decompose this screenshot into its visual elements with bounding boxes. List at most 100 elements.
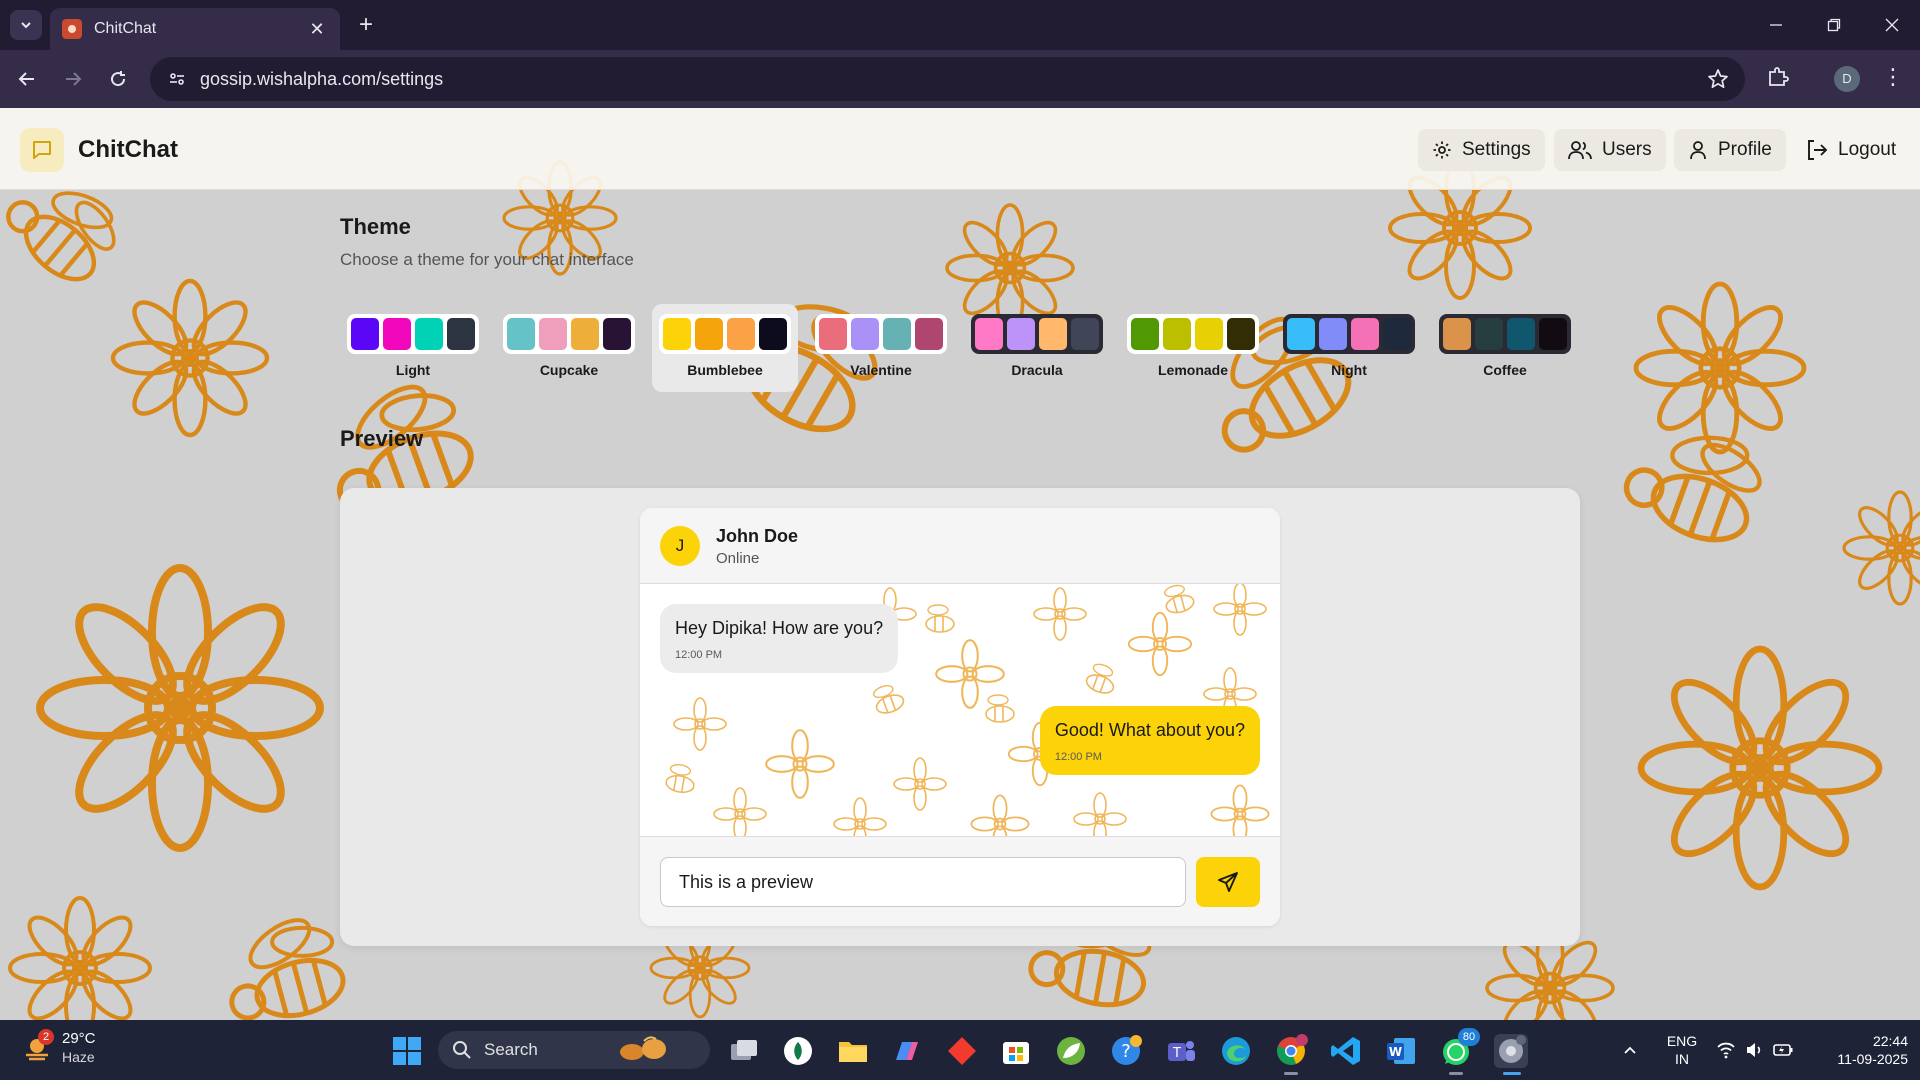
theme-option-cupcake[interactable]: Cupcake	[496, 304, 642, 392]
color-swatch	[447, 318, 475, 350]
svg-text:W: W	[1389, 1045, 1402, 1059]
color-swatch	[695, 318, 723, 350]
brand-home-link[interactable]: ChitChat	[20, 128, 178, 172]
microsoft-store-icon[interactable]	[999, 1034, 1033, 1068]
preview-section-title: Preview	[340, 426, 424, 451]
theme-option-dracula[interactable]: Dracula	[964, 304, 1110, 392]
red-diamond-app-icon[interactable]	[945, 1034, 979, 1068]
tab-title: ChitChat	[94, 20, 157, 37]
teams-icon[interactable]: T	[1164, 1034, 1198, 1068]
message-input[interactable]: This is a preview	[660, 857, 1186, 907]
theme-name: Dracula	[1011, 362, 1063, 378]
clock-date: 11-09-2025	[1837, 1051, 1908, 1067]
color-swatch	[1195, 318, 1223, 350]
color-swatch	[1007, 318, 1035, 350]
theme-name: Light	[395, 362, 431, 378]
browser-tab[interactable]: ChitChat ✕	[50, 8, 340, 50]
color-swatch	[1071, 318, 1099, 350]
svg-text:?: ?	[1121, 1041, 1131, 1062]
language-code: ENG	[1666, 1033, 1698, 1049]
browser-profile-avatar[interactable]: D	[1834, 66, 1860, 92]
windows-start-icon[interactable]	[390, 1034, 424, 1068]
address-bar[interactable]: gossip.wishalpha.com/settings	[150, 57, 1745, 101]
file-explorer-icon[interactable]	[836, 1034, 870, 1068]
theme-section-subtitle: Choose a theme for your chat interface	[340, 250, 634, 269]
taskbar-search-box[interactable]: Search	[438, 1031, 710, 1069]
back-button[interactable]	[12, 64, 42, 94]
help-icon[interactable]: ?	[1109, 1034, 1143, 1068]
color-swatch	[507, 318, 535, 350]
theme-swatches	[1439, 314, 1571, 354]
spring-leaf-icon[interactable]	[1054, 1034, 1088, 1068]
input-language[interactable]: ENG IN	[1664, 1032, 1700, 1068]
theme-name: Coffee	[1483, 362, 1527, 378]
vscode-icon[interactable]	[1329, 1034, 1363, 1068]
chevron-down-icon	[21, 22, 31, 29]
tab-close-icon[interactable]: ✕	[306, 19, 328, 40]
browser-menu-icon[interactable]: ⋮	[1882, 64, 1904, 90]
task-view-icon[interactable]	[727, 1034, 761, 1068]
theme-swatches	[1127, 314, 1259, 354]
theme-option-coffee[interactable]: Coffee	[1432, 304, 1578, 392]
theme-option-light[interactable]: Light	[340, 304, 486, 392]
send-button[interactable]	[1196, 857, 1260, 907]
app-dark-circle-icon[interactable]	[781, 1034, 815, 1068]
color-swatch	[1319, 318, 1347, 350]
theme-option-lemonade[interactable]: Lemonade	[1120, 304, 1266, 392]
settings-button[interactable]: Settings	[1418, 129, 1545, 171]
battery-icon[interactable]	[1772, 1040, 1794, 1060]
chrome-profile-icon[interactable]	[1274, 1034, 1308, 1068]
weather-haze-icon: 2	[20, 1029, 54, 1065]
color-swatch	[1539, 318, 1567, 350]
wifi-icon[interactable]	[1716, 1040, 1736, 1060]
word-icon[interactable]: W	[1384, 1034, 1418, 1068]
color-swatch	[603, 318, 631, 350]
url-text: gossip.wishalpha.com/settings	[200, 68, 444, 89]
users-button[interactable]: Users	[1554, 129, 1666, 171]
settings-label: Settings	[1462, 139, 1531, 160]
color-swatch	[1227, 318, 1255, 350]
reload-button[interactable]	[103, 64, 133, 94]
copilot-icon[interactable]	[890, 1034, 924, 1068]
tab-search-button[interactable]	[10, 10, 42, 40]
search-placeholder: Search	[484, 1040, 538, 1059]
chat-preview-window: J John Doe Online Hey Dipika! How are yo…	[640, 508, 1280, 926]
color-swatch	[415, 318, 443, 350]
volume-icon[interactable]	[1744, 1040, 1764, 1060]
running-indicator	[1284, 1072, 1298, 1075]
theme-option-bumblebee[interactable]: Bumblebee	[652, 304, 798, 392]
minimize-button[interactable]	[1756, 12, 1796, 38]
clock-time: 22:44	[1872, 1033, 1908, 1049]
color-swatch	[883, 318, 911, 350]
gear-icon	[1433, 141, 1451, 159]
bookmark-star-icon[interactable]	[1707, 68, 1729, 90]
edge-icon[interactable]	[1219, 1034, 1253, 1068]
restore-button[interactable]	[1814, 12, 1854, 38]
message-text: Hey Dipika! How are you?	[675, 618, 884, 638]
clock[interactable]: 22:44 11-09-2025	[1812, 1032, 1908, 1068]
weather-widget[interactable]: 2 29°C Haze	[20, 1029, 96, 1066]
forward-button[interactable]	[58, 64, 88, 94]
user-icon	[1690, 141, 1706, 160]
site-info-icon[interactable]	[168, 70, 186, 88]
app-favicon-icon	[62, 19, 82, 39]
color-swatch	[1383, 318, 1411, 350]
chevron-up-icon[interactable]	[1622, 1042, 1638, 1058]
chrome-active-icon[interactable]	[1494, 1034, 1528, 1068]
logout-button[interactable]: Logout	[1800, 129, 1902, 171]
new-tab-button[interactable]: +	[352, 12, 380, 40]
color-swatch	[819, 318, 847, 350]
extensions-puzzle-icon[interactable]	[1766, 64, 1790, 88]
color-swatch	[1443, 318, 1471, 350]
theme-option-night[interactable]: Night	[1276, 304, 1422, 392]
theme-name: Night	[1331, 362, 1367, 378]
color-swatch	[383, 318, 411, 350]
profile-label: Profile	[1718, 139, 1772, 160]
close-window-button[interactable]	[1872, 12, 1912, 38]
profile-button[interactable]: Profile	[1674, 129, 1786, 171]
contact-name: John Doe	[716, 526, 799, 546]
theme-option-valentine[interactable]: Valentine	[808, 304, 954, 392]
color-swatch	[1163, 318, 1191, 350]
theme-name: Cupcake	[539, 362, 599, 378]
chat-header: J John Doe Online	[640, 508, 1280, 584]
